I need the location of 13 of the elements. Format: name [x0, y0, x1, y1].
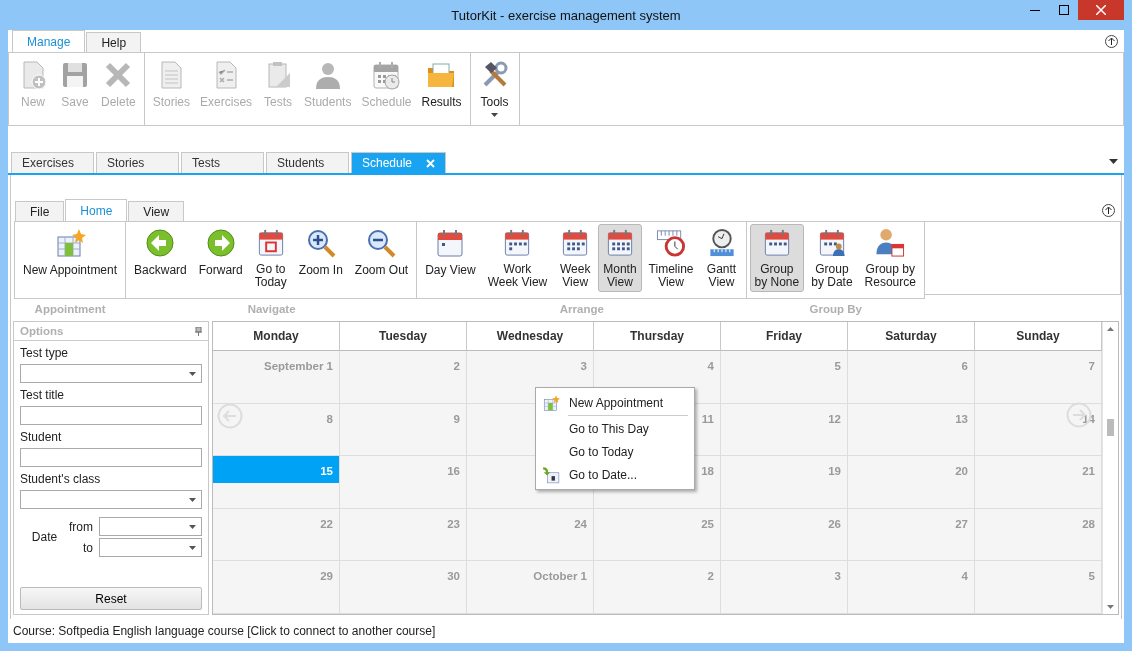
panel-title: Options — [20, 325, 64, 337]
window-title: TutorKit - exercise management system — [451, 7, 681, 23]
field-label: Test title — [20, 388, 65, 402]
field-label: Date — [30, 530, 59, 544]
field-label: to — [83, 540, 93, 555]
group-label: Navigate — [246, 302, 297, 317]
field-label: Student's class — [20, 472, 102, 486]
field-label: Student — [20, 430, 63, 444]
field-label: from — [69, 519, 93, 534]
group-label: Group By — [808, 302, 863, 317]
group-label: Arrange — [558, 302, 605, 317]
field-label: Test type — [20, 346, 70, 360]
group-label: Appointment — [33, 302, 107, 317]
